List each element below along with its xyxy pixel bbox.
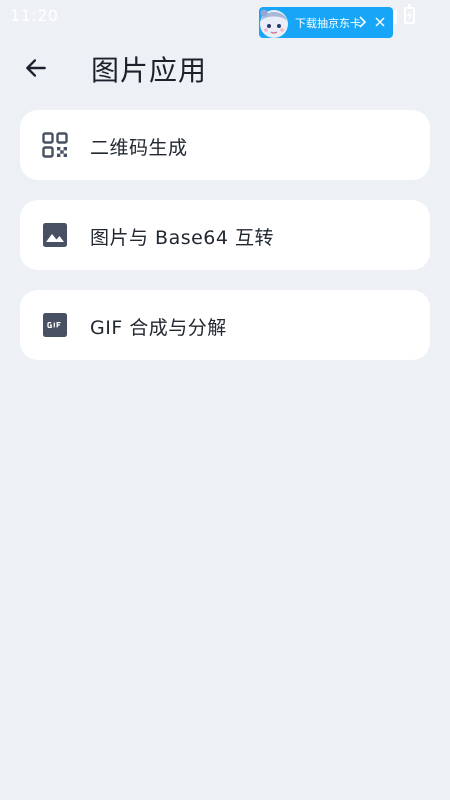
qr-code-icon <box>42 132 68 158</box>
gif-icon <box>42 312 68 338</box>
status-time: 11:20 <box>10 6 59 25</box>
charging-bolt-icon <box>407 10 412 21</box>
arrow-left-icon <box>26 59 46 77</box>
battery-icon <box>404 4 415 24</box>
chevron-right-icon <box>359 16 367 28</box>
menu-item-qr-code[interactable]: 二维码生成 <box>20 110 430 180</box>
menu-item-gif[interactable]: GIF 合成与分解 <box>20 290 430 360</box>
menu-item-label: 二维码生成 <box>90 137 188 159</box>
menu-item-image-base64[interactable]: 图片与 Base64 互转 <box>20 200 430 270</box>
menu-list: 二维码生成 图片与 Base64 互转 GIF 合成与分解 <box>20 110 430 380</box>
promo-banner[interactable]: 下载抽京东卡 <box>259 7 393 38</box>
mascot-avatar-icon <box>260 9 288 38</box>
app-bar: 图片应用 <box>0 40 450 96</box>
menu-item-label: 图片与 Base64 互转 <box>90 227 275 249</box>
image-icon <box>42 222 68 248</box>
signal-icon <box>394 10 397 24</box>
menu-item-label: GIF 合成与分解 <box>90 317 227 339</box>
promo-text: 下载抽京东卡 <box>295 17 361 30</box>
back-button[interactable] <box>18 50 54 86</box>
close-icon[interactable] <box>374 16 386 28</box>
page-title: 图片应用 <box>91 54 208 87</box>
